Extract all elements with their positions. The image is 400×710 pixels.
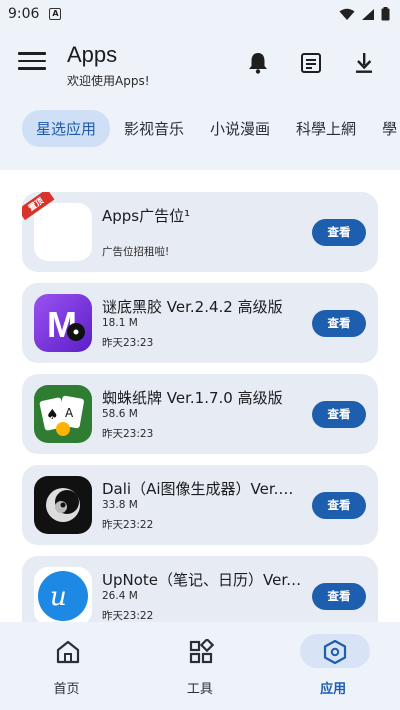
signal-icon bbox=[362, 8, 374, 20]
app-name: Dali（Ai图像生成器）Ver.1... bbox=[102, 480, 302, 498]
app-header: Apps 欢迎使用Apps! 星选应用 影视音乐 小说漫画 科學上網 學 bbox=[0, 28, 400, 170]
bottom-nav: 首页 工具 应用 bbox=[0, 622, 400, 710]
nav-tools[interactable]: 工具 bbox=[133, 622, 266, 710]
app-name: UpNote（笔记、日历）Ver.... bbox=[102, 571, 302, 589]
app-description: 广告位招租啦! bbox=[102, 246, 170, 258]
notification-a-icon: A bbox=[49, 8, 62, 20]
page-subtitle: 欢迎使用Apps! bbox=[67, 74, 150, 88]
view-button[interactable]: 查看 bbox=[312, 401, 366, 428]
app-icon-upnote: u bbox=[34, 567, 92, 622]
app-size: 33.8 M bbox=[102, 499, 138, 511]
view-button[interactable]: 查看 bbox=[312, 219, 366, 246]
svg-text:A: A bbox=[65, 406, 74, 420]
nav-label: 首页 bbox=[53, 682, 80, 697]
list-item[interactable]: 置顶 Apps广告位¹ 广告位招租啦! 查看 bbox=[22, 192, 378, 272]
app-date: 昨天23:22 bbox=[102, 610, 154, 622]
nav-label: 工具 bbox=[186, 682, 213, 697]
app-name: 谜底黑胶 Ver.2.4.2 高级版 bbox=[102, 298, 283, 316]
app-date: 昨天23:22 bbox=[102, 519, 154, 531]
list-item[interactable]: u UpNote（笔记、日历）Ver.... 26.4 M 昨天23:22 查看 bbox=[22, 556, 378, 622]
category-tabs: 星选应用 影视音乐 小说漫画 科學上網 學 bbox=[22, 110, 400, 147]
status-icons bbox=[339, 7, 390, 21]
view-button[interactable]: 查看 bbox=[312, 310, 366, 337]
download-icon[interactable] bbox=[351, 50, 377, 76]
svg-text:♠: ♠ bbox=[46, 407, 59, 423]
pin-ribbon: 置顶 bbox=[22, 192, 82, 232]
tab-novel-comic[interactable]: 小说漫画 bbox=[198, 110, 282, 147]
app-size: 26.4 M bbox=[102, 590, 138, 602]
battery-icon bbox=[381, 7, 390, 21]
view-button[interactable]: 查看 bbox=[312, 492, 366, 519]
tab-learning[interactable]: 學 bbox=[370, 110, 400, 147]
status-time: 9:06 bbox=[8, 6, 40, 22]
status-bar: 9:06 A bbox=[0, 0, 400, 28]
nav-apps[interactable]: 应用 bbox=[267, 622, 400, 710]
nav-home[interactable]: 首页 bbox=[0, 622, 133, 710]
tools-icon bbox=[190, 639, 215, 664]
list-item[interactable]: ♠ A 蜘蛛纸牌 Ver.1.7.0 高级版 58.6 M 昨天23:23 查看 bbox=[22, 374, 378, 454]
view-button[interactable]: 查看 bbox=[312, 583, 366, 610]
app-icon-solitaire: ♠ A bbox=[34, 385, 92, 443]
tab-video-music[interactable]: 影视音乐 bbox=[112, 110, 196, 147]
list-item[interactable]: Dali（Ai图像生成器）Ver.1... 33.8 M 昨天23:22 查看 bbox=[22, 465, 378, 545]
app-icon-vinyl: M bbox=[34, 294, 92, 352]
app-list[interactable]: 置顶 Apps广告位¹ 广告位招租啦! 查看 M 谜底黑胶 Ver.2.4.2 … bbox=[0, 170, 400, 622]
notes-icon[interactable] bbox=[298, 50, 324, 76]
list-item[interactable]: M 谜底黑胶 Ver.2.4.2 高级版 18.1 M 昨天23:23 查看 bbox=[22, 283, 378, 363]
bell-icon[interactable] bbox=[245, 50, 271, 76]
wifi-icon bbox=[339, 8, 355, 20]
app-icon-dali bbox=[34, 476, 92, 534]
app-name: 蜘蛛纸牌 Ver.1.7.0 高级版 bbox=[102, 389, 283, 407]
menu-button[interactable] bbox=[18, 52, 46, 72]
app-name: Apps广告位¹ bbox=[102, 207, 191, 225]
nav-label: 应用 bbox=[320, 682, 347, 697]
app-date: 昨天23:23 bbox=[102, 337, 154, 349]
tab-science-net[interactable]: 科學上網 bbox=[284, 110, 368, 147]
tab-starred-apps[interactable]: 星选应用 bbox=[22, 110, 111, 147]
apps-icon bbox=[323, 639, 346, 665]
home-icon bbox=[56, 640, 80, 664]
svg-text:u: u bbox=[50, 582, 67, 612]
app-date: 昨天23:23 bbox=[102, 428, 154, 440]
title-block: Apps 欢迎使用Apps! bbox=[67, 42, 150, 89]
app-size: 18.1 M bbox=[102, 317, 138, 329]
page-title: Apps bbox=[67, 42, 118, 67]
app-size: 58.6 M bbox=[102, 408, 138, 420]
